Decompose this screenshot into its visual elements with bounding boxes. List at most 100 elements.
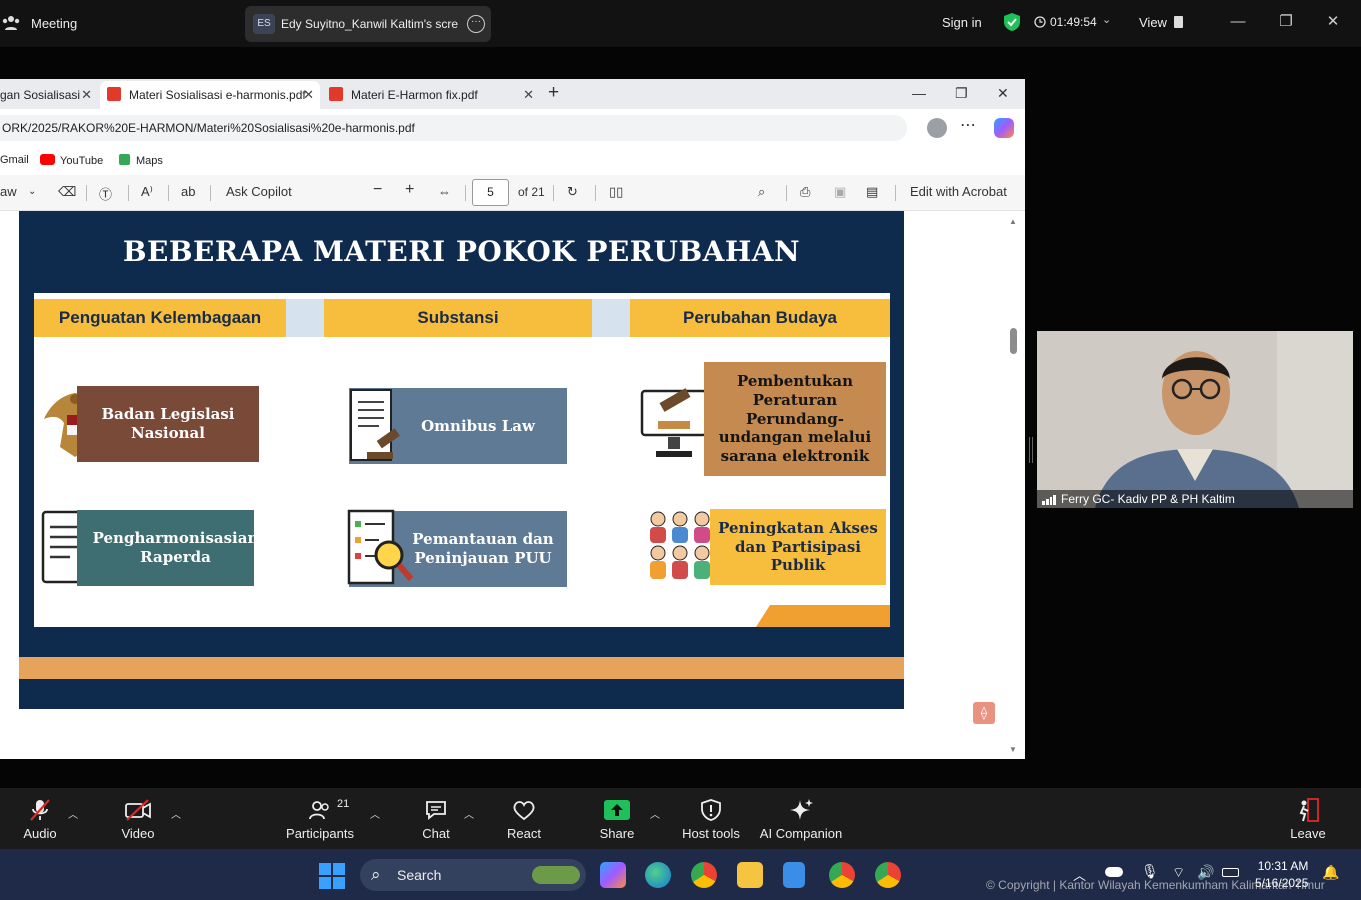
participants-label: Participants — [286, 826, 354, 841]
bookmark-maps[interactable]: Maps — [119, 154, 163, 167]
meeting-icon — [2, 16, 20, 30]
scroll-thumb[interactable] — [1010, 328, 1017, 354]
resize-handle[interactable] — [1029, 437, 1033, 463]
participants-count: 21 — [337, 798, 350, 810]
scroll-down-icon[interactable]: ▼ — [1009, 745, 1017, 754]
copilot-icon[interactable] — [994, 118, 1014, 138]
divider — [128, 185, 129, 201]
close-tab-icon[interactable]: ✕ — [81, 81, 92, 109]
save-as-icon[interactable]: ▤ — [866, 184, 878, 200]
page-view-icon[interactable]: ▯▯ — [609, 184, 623, 200]
item-pengharmonisasian: Pengharmonisasian Raperda — [77, 510, 258, 586]
chevron-down-icon[interactable]: ⌄ — [1102, 13, 1111, 26]
divider — [465, 185, 466, 201]
chat-options-icon[interactable]: ︿ — [464, 806, 474, 821]
audio-label: Audio — [23, 826, 57, 841]
document-magnifier-icon — [347, 509, 414, 585]
react-button[interactable]: React — [506, 788, 542, 849]
share-button[interactable]: Share — [597, 788, 637, 849]
close-tab-icon[interactable]: ✕ — [523, 81, 534, 109]
restore-icon[interactable]: ❐ — [1276, 12, 1296, 32]
participants-icon — [309, 801, 329, 820]
eraser-icon[interactable]: ⌫ — [58, 184, 76, 200]
chat-button[interactable]: Chat — [418, 788, 454, 849]
rotate-icon[interactable]: ↻ — [567, 184, 578, 200]
host-tools-label: Host tools — [682, 826, 740, 841]
close-tab-icon[interactable]: ✕ — [303, 81, 314, 109]
search-label: Search — [397, 867, 442, 883]
pdf-scrollbar[interactable] — [1007, 211, 1021, 759]
acrobat-icon[interactable]: ⟠ — [973, 702, 995, 724]
copyright-watermark: © Copyright | Kantor Wilayah Kemenkumham… — [986, 878, 1325, 892]
onedrive-icon[interactable] — [1105, 867, 1123, 877]
tab-materi-sosialisasi[interactable]: Materi Sosialisasi e-harmonis.pdf ✕ — [100, 81, 320, 109]
bookmark-youtube[interactable]: YouTube — [40, 154, 103, 167]
browser-restore-icon[interactable]: ❐ — [955, 85, 968, 102]
chevron-down-icon[interactable]: ⌄ — [28, 186, 36, 197]
screen-share-indicator[interactable]: ES Edy Suyitno_Kanwil Kaltim's scre ··· — [245, 6, 491, 42]
video-options-icon[interactable]: ︿ — [171, 806, 181, 821]
page-number-input[interactable]: 5 — [472, 179, 509, 206]
browser-minimize-icon[interactable]: — — [912, 85, 926, 101]
tab-sosialisasi[interactable]: gan Sosialisasi ✕ — [0, 81, 98, 109]
profile-icon[interactable] — [927, 118, 947, 138]
ask-copilot-button[interactable]: Ask Copilot — [226, 184, 292, 199]
edge-icon[interactable] — [645, 862, 671, 888]
fit-width-icon[interactable]: ⇔ — [438, 184, 451, 199]
share-label: Share — [599, 826, 635, 841]
host-tools-button[interactable]: Host tools — [680, 788, 742, 849]
leave-button[interactable]: Leave — [1288, 788, 1328, 849]
zoom-out-icon[interactable]: − — [373, 181, 382, 199]
sign-in-button[interactable]: Sign in — [942, 15, 982, 30]
pdf-viewer[interactable]: BEBERAPA MATERI POKOK PERUBAHAN Penguata… — [0, 211, 1025, 759]
chrome-profile-2-icon[interactable] — [875, 862, 901, 888]
share-options-icon[interactable]: ︿ — [650, 806, 660, 821]
text-box-icon[interactable]: Ⓣ — [99, 184, 112, 203]
zoom-in-icon[interactable]: + — [405, 181, 414, 199]
encryption-shield-icon[interactable] — [1003, 12, 1021, 32]
address-bar-row: ORK/2025/RAKOR%20E-HARMON/Materi%20Sosia… — [0, 109, 1025, 149]
notepad-icon[interactable] — [783, 862, 805, 888]
maps-icon — [119, 154, 130, 165]
ai-companion-button[interactable]: AI Companion — [758, 788, 844, 849]
windows-start-icon[interactable] — [319, 863, 345, 889]
browser-close-icon[interactable]: ✕ — [997, 85, 1009, 102]
taskbar-search[interactable]: ⌕ Search — [360, 859, 586, 891]
audio-button[interactable]: Audio — [18, 788, 62, 849]
minimize-icon[interactable]: — — [1228, 12, 1248, 32]
chrome-icon[interactable] — [691, 862, 717, 888]
column-header-substansi: Substansi — [324, 299, 592, 337]
view-button[interactable]: View — [1139, 15, 1167, 30]
meeting-label[interactable]: Meeting — [31, 16, 77, 31]
file-explorer-icon[interactable] — [737, 862, 763, 888]
chat-label: Chat — [422, 826, 450, 841]
search-icon[interactable]: ⌕ — [758, 184, 765, 200]
divider — [895, 185, 896, 201]
video-button[interactable]: Video — [116, 788, 160, 849]
read-aloud-icon[interactable]: A⁾ — [141, 184, 153, 200]
divider — [595, 185, 596, 201]
save-icon[interactable]: ▣ — [834, 184, 846, 200]
chrome-profile-icon[interactable] — [829, 862, 855, 888]
print-icon[interactable]: ⎙ — [800, 184, 810, 200]
translate-icon[interactable]: ab — [181, 184, 195, 199]
people-group-icon — [650, 511, 710, 579]
bookmark-gmail[interactable]: Gmail — [0, 154, 29, 166]
battery-icon[interactable] — [1222, 868, 1239, 877]
more-options-icon[interactable]: ··· — [467, 15, 485, 33]
address-bar[interactable]: ORK/2025/RAKOR%20E-HARMON/Materi%20Sosia… — [0, 115, 907, 141]
menu-dots-icon[interactable]: ⋯ — [960, 115, 976, 135]
edit-with-acrobat-button[interactable]: Edit with Acrobat — [910, 184, 1007, 199]
close-icon[interactable]: ✕ — [1323, 12, 1343, 32]
view-layout-icon[interactable] — [1174, 16, 1183, 28]
participants-options-icon[interactable]: ︿ — [370, 806, 380, 821]
search-highlight-icon — [532, 866, 580, 884]
audio-options-icon[interactable]: ︿ — [68, 806, 78, 821]
participant-video[interactable] — [1037, 331, 1353, 508]
scroll-up-icon[interactable]: ▲ — [1009, 217, 1017, 226]
slide-orange-stripe — [19, 657, 904, 679]
copilot-taskbar-icon[interactable] — [600, 862, 626, 888]
draw-button[interactable]: aw — [0, 184, 17, 199]
tab-materi-e-harmon[interactable]: Materi E-Harmon fix.pdf ✕ — [322, 81, 540, 109]
new-tab-icon[interactable]: + — [548, 82, 559, 104]
